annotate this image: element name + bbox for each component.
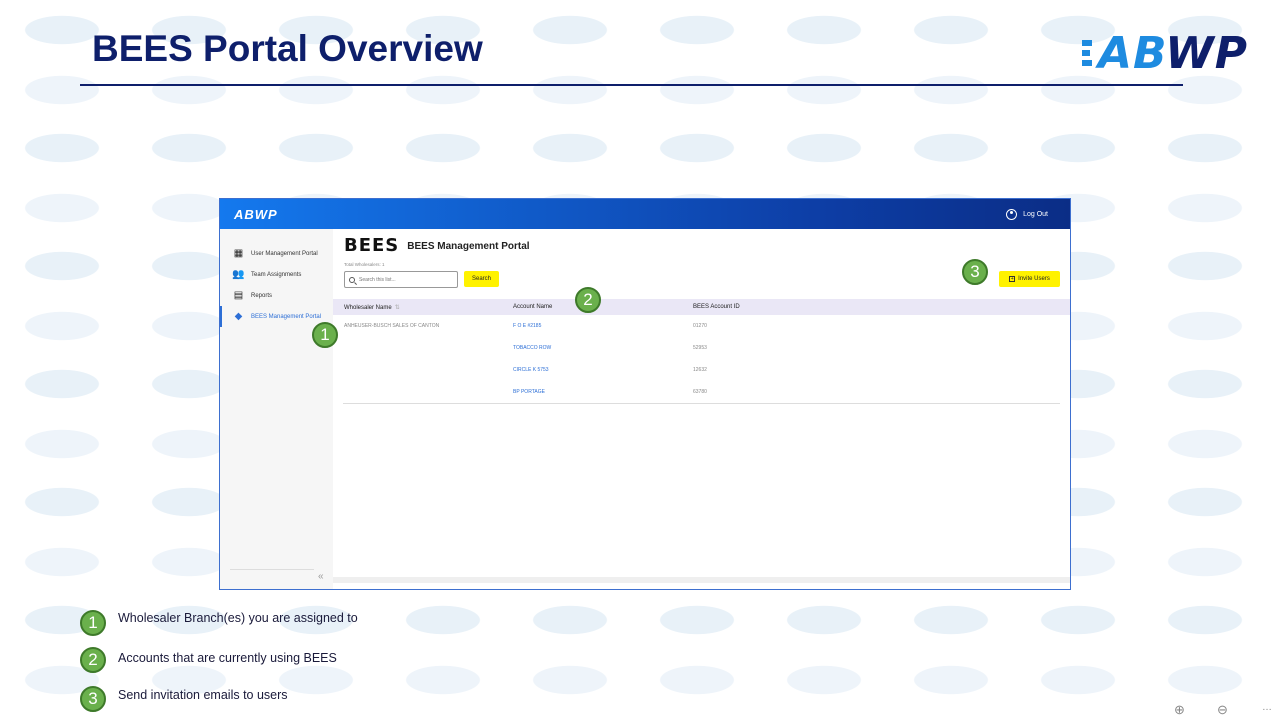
- legend-text-1: Wholesaler Branch(es) you are assigned t…: [118, 611, 358, 625]
- title-divider: [80, 84, 1183, 86]
- search-field[interactable]: [359, 276, 449, 283]
- table-row: BP PORTAGE 63780: [333, 381, 1070, 403]
- portal-main: BEES BEES Management Portal Total Wholes…: [333, 229, 1070, 589]
- sidebar-item-label: Team Assignments: [251, 271, 302, 278]
- invite-users-label: Invite Users: [1018, 276, 1050, 282]
- accounts-table: Wholesaler Name ⇅ Account Name BEES Accou…: [333, 299, 1070, 404]
- column-header-label: Wholesaler Name: [344, 304, 392, 311]
- people-icon: 👥: [232, 269, 245, 280]
- table-divider: [343, 403, 1060, 404]
- account-id-cell: 63780: [693, 389, 707, 395]
- search-button[interactable]: Search: [464, 271, 499, 287]
- sidebar-divider: [230, 569, 314, 570]
- legend-text-3: Send invitation emails to users: [118, 688, 288, 702]
- table-row: ANHEUSER-BUSCH SALES OF CANTON F O E #21…: [333, 315, 1070, 337]
- invite-users-button[interactable]: + Invite Users: [999, 271, 1060, 287]
- bees-logo: BEES: [344, 235, 400, 256]
- account-id-cell: 01270: [693, 323, 707, 329]
- account-link[interactable]: BP PORTAGE: [513, 389, 693, 395]
- logo-text-dark: WP: [1165, 27, 1248, 79]
- legend-badge-2: 2: [80, 647, 106, 673]
- search-icon: [349, 276, 355, 283]
- user-icon: [1006, 208, 1018, 220]
- column-header: BEES Account ID: [693, 304, 740, 310]
- zoom-in-icon[interactable]: ⊕: [1174, 702, 1185, 718]
- collapse-icon[interactable]: «: [318, 571, 324, 582]
- horizontal-scrollbar[interactable]: [333, 577, 1070, 583]
- total-wholesalers: Total Wholesalers: 1: [344, 262, 385, 267]
- abwp-logo: ABWP: [1082, 27, 1262, 79]
- legend-text-2: Accounts that are currently using BEES: [118, 651, 337, 665]
- logo-bars-icon: [1082, 40, 1092, 66]
- account-link[interactable]: CIRCLE K 5753: [513, 367, 693, 373]
- sort-icon[interactable]: ⇅: [395, 305, 400, 311]
- sidebar-item-label: Reports: [251, 292, 273, 299]
- zoom-out-icon[interactable]: ⊖: [1217, 702, 1228, 718]
- callout-badge-1: 1: [312, 322, 338, 348]
- callout-badge-3: 3: [962, 259, 988, 285]
- sidebar-item-user-management[interactable]: ▦ User Management Portal: [220, 243, 333, 264]
- account-id-cell: 52953: [693, 345, 707, 351]
- bees-app-screenshot: ABWP Log Out ▦ User Management Portal 👥 …: [219, 198, 1071, 590]
- callout-badge-2: 2: [575, 287, 601, 313]
- account-link[interactable]: F O E #2185: [513, 323, 693, 329]
- column-header: Account Name: [513, 304, 553, 310]
- sidebar-item-reports[interactable]: ▤ Reports: [220, 285, 333, 306]
- add-icon: +: [1009, 276, 1016, 282]
- sidebar-item-team-assignments[interactable]: 👥 Team Assignments: [220, 264, 333, 285]
- sidebar-item-label: User Management Portal: [251, 250, 318, 257]
- portal-title: BEES Management Portal: [407, 240, 530, 252]
- logout-button[interactable]: Log Out: [1006, 208, 1048, 220]
- account-id-cell: 12632: [693, 367, 707, 373]
- sidebar: ▦ User Management Portal 👥 Team Assignme…: [220, 229, 333, 589]
- app-logo: ABWP: [234, 206, 278, 222]
- sidebar-item-label: BEES Management Portal: [251, 313, 322, 320]
- table-icon: ▦: [233, 248, 244, 259]
- logout-label: Log Out: [1023, 210, 1048, 218]
- document-icon: ▤: [233, 290, 244, 301]
- cube-icon: ◆: [234, 311, 243, 322]
- account-link[interactable]: TOBACCO ROW: [513, 345, 693, 351]
- table-row: CIRCLE K 5753 12632: [333, 359, 1070, 381]
- app-header: ABWP Log Out: [220, 199, 1070, 229]
- table-header: Wholesaler Name ⇅ Account Name BEES Accou…: [333, 299, 1070, 315]
- search-input[interactable]: [344, 271, 458, 288]
- legend-badge-1: 1: [80, 610, 106, 636]
- legend-badge-3: 3: [80, 686, 106, 712]
- wholesaler-cell: ANHEUSER-BUSCH SALES OF CANTON: [344, 323, 440, 329]
- column-header[interactable]: Wholesaler Name ⇅: [333, 304, 513, 311]
- more-icon[interactable]: …: [1262, 702, 1272, 713]
- logo-text-light: AB: [1098, 27, 1166, 79]
- slide-title: BEES Portal Overview: [92, 28, 483, 69]
- table-row: TOBACCO ROW 52953: [333, 337, 1070, 359]
